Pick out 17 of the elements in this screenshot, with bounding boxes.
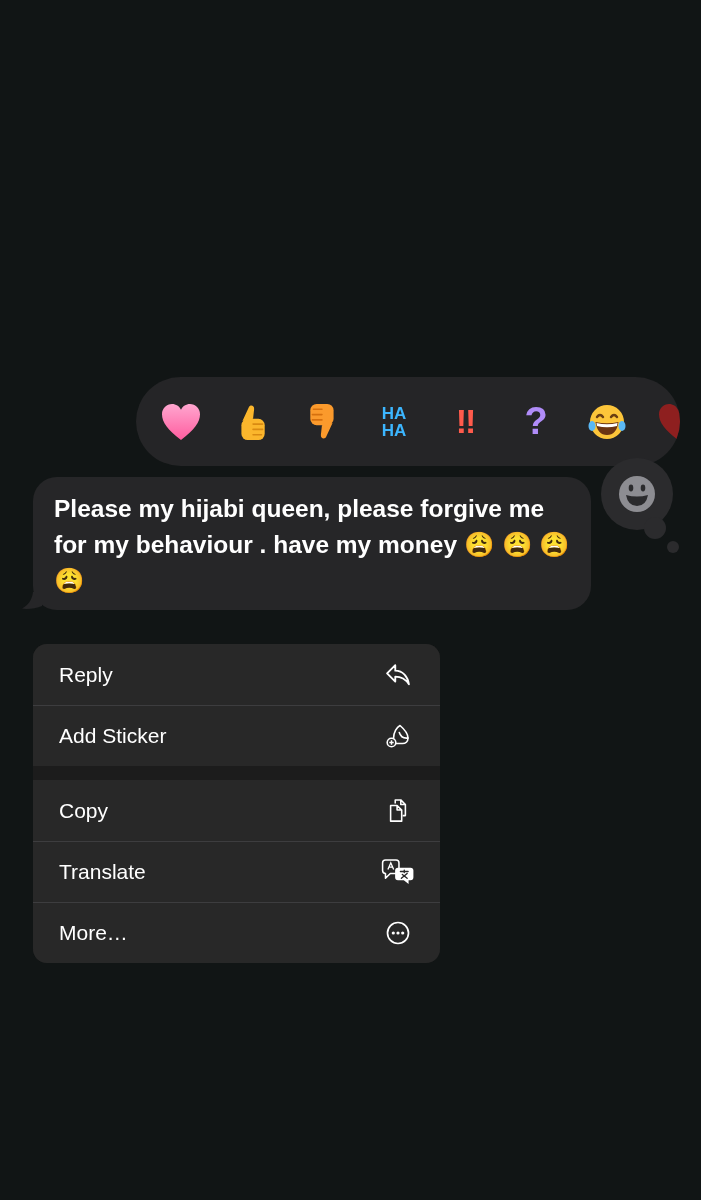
more-icon (386, 921, 410, 945)
menu-item[interactable]: More… (33, 902, 440, 963)
add-reaction-button[interactable] (600, 456, 682, 554)
sticker-icon (386, 724, 410, 748)
smiley-icon (619, 476, 655, 512)
reaction-button[interactable]: !! (443, 399, 487, 444)
laughing-face-icon (588, 403, 626, 440)
menu-item[interactable]: Add Sticker (33, 705, 440, 766)
reply-icon (386, 662, 410, 687)
reaction-button[interactable]: HA HA (372, 399, 416, 444)
message-text: Please my hijabi queen, please forgive me for my behaviour . have my money 😩 😩 😩 😩 (54, 495, 571, 594)
menu-item[interactable]: Reply (33, 644, 440, 705)
menu-item[interactable]: Translate (33, 841, 440, 902)
heart-icon (162, 403, 200, 440)
reaction-button[interactable]: ? (514, 399, 558, 444)
menu-item[interactable]: Copy (33, 780, 440, 841)
translate-icon (381, 859, 415, 885)
